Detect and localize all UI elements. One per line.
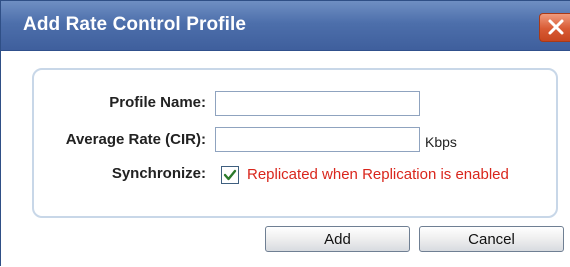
dialog-title: Add Rate Control Profile	[23, 14, 247, 35]
synchronize-checkbox[interactable]	[221, 166, 239, 184]
average-rate-input[interactable]	[215, 127, 420, 152]
average-rate-unit: Kbps	[425, 134, 457, 150]
close-x-icon	[548, 19, 564, 35]
profile-name-label: Profile Name:	[109, 94, 206, 111]
synchronize-label: Synchronize:	[111, 165, 206, 182]
profile-name-input[interactable]	[215, 91, 420, 116]
add-button[interactable]: Add	[265, 226, 410, 252]
average-rate-label: Average Rate (CIR):	[65, 131, 206, 148]
replication-note: Replicated when Replication is enabled	[247, 166, 509, 183]
dialog-content: Profile Name: Average Rate (CIR): Kbps S…	[1, 51, 570, 267]
close-button[interactable]	[539, 13, 570, 42]
cancel-button[interactable]: Cancel	[419, 226, 564, 252]
dialog-titlebar: Add Rate Control Profile	[1, 1, 570, 51]
add-rate-control-profile-dialog: Add Rate Control Profile Profile Name: A…	[0, 0, 570, 267]
checkmark-icon	[223, 169, 237, 181]
